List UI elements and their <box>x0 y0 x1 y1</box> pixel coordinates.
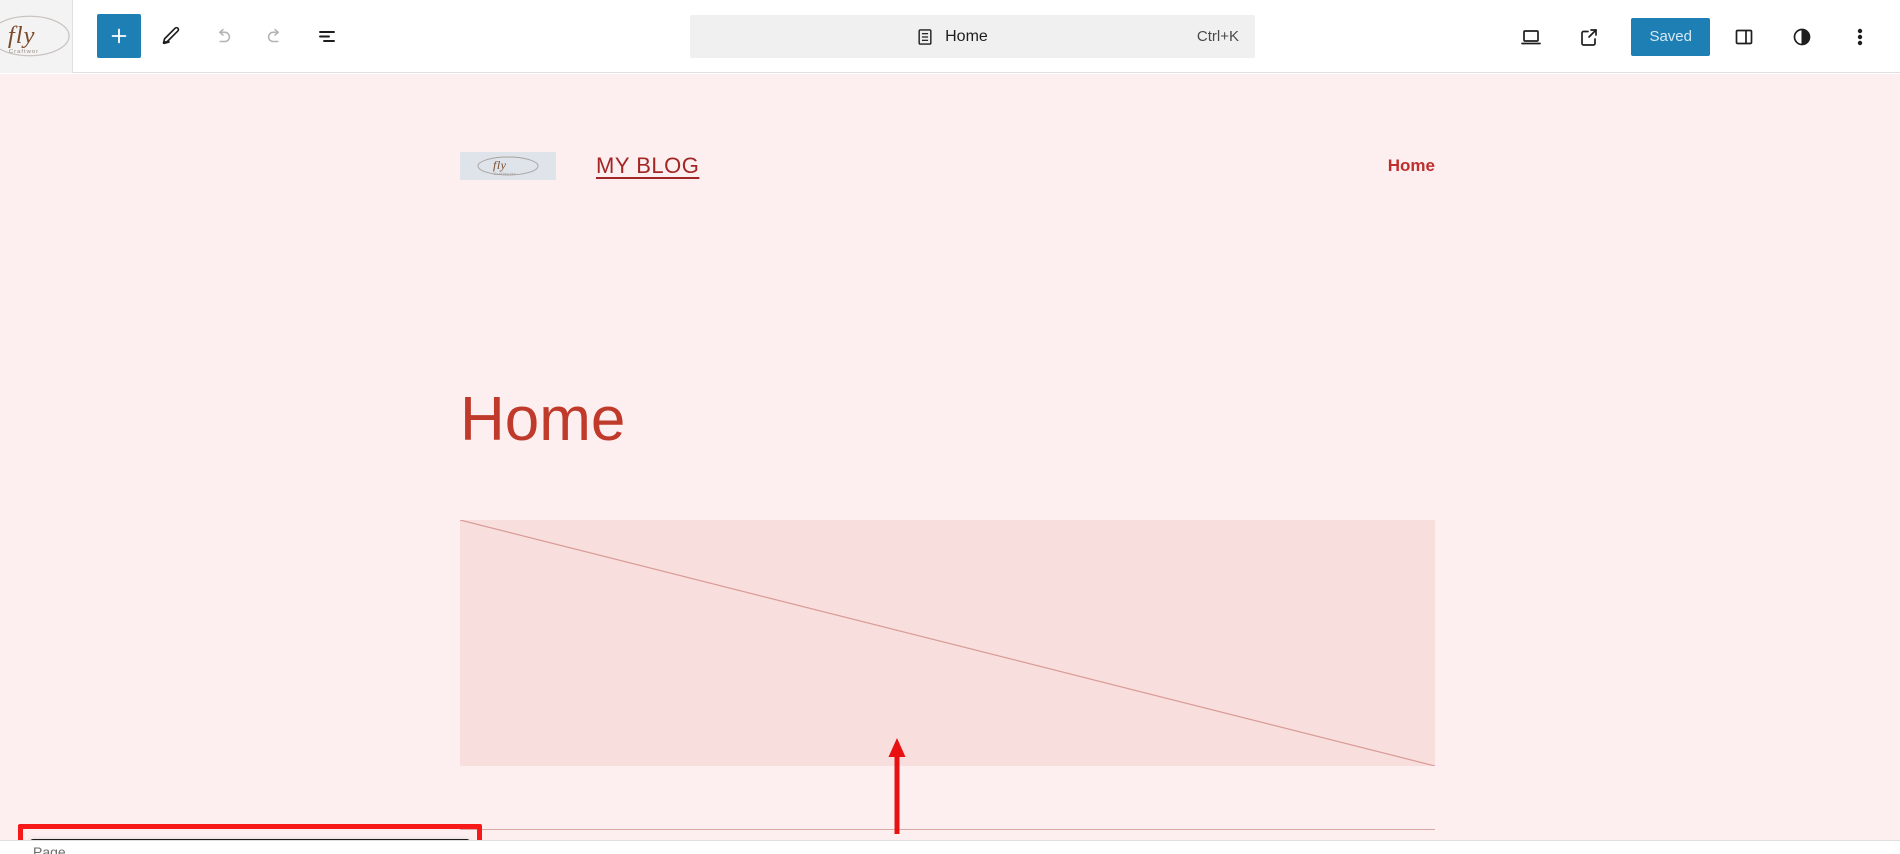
ellipsis-vertical-icon <box>1857 28 1863 45</box>
contrast-icon <box>1793 28 1811 45</box>
site-editor-root: fly Craftwor Home Ctrl+K Saved fly Craft… <box>0 0 1900 854</box>
top-bar-left-tools <box>73 14 357 58</box>
editor-top-bar: fly Craftwor Home Ctrl+K Saved <box>0 0 1900 73</box>
site-logo-icon: fly Craftworks <box>477 156 539 176</box>
sidebar-icon <box>1735 29 1753 44</box>
options-menu-button[interactable] <box>1838 15 1882 59</box>
redo-icon <box>267 28 279 43</box>
edit-tool-button[interactable] <box>149 14 193 58</box>
separator-block <box>460 829 1435 830</box>
page-title[interactable]: Home <box>460 389 625 451</box>
view-site-button[interactable] <box>1567 15 1611 59</box>
command-bar-shortcut: Ctrl+K <box>1196 28 1239 45</box>
svg-text:fly: fly <box>8 22 36 49</box>
nav-item-home[interactable]: Home <box>1388 156 1435 176</box>
command-bar[interactable]: Home Ctrl+K <box>690 15 1255 58</box>
add-block-button[interactable] <box>97 14 141 58</box>
site-logo-block[interactable]: fly Craftworks <box>460 152 556 180</box>
document-bar: Page <box>0 840 1900 854</box>
list-view-icon <box>319 31 335 42</box>
view-device-button[interactable] <box>1509 15 1553 59</box>
site-logo-icon: fly Craftwor <box>0 15 70 57</box>
site-title[interactable]: MY BLOG <box>596 153 699 179</box>
svg-text:Craftwor: Craftwor <box>9 49 39 55</box>
placeholder-diagonal-icon <box>460 520 1435 766</box>
document-icon <box>918 28 932 45</box>
command-bar-title: Home <box>945 27 988 45</box>
save-button[interactable]: Saved <box>1631 17 1710 56</box>
featured-image-placeholder[interactable] <box>460 520 1435 766</box>
redo-button[interactable] <box>253 14 297 58</box>
document-bar-label: Page <box>33 844 66 854</box>
editor-canvas: fly Craftworks MY BLOG Home Home Click <box>0 74 1900 854</box>
styles-button[interactable] <box>1780 15 1824 59</box>
command-bar-center: Home <box>706 27 1197 47</box>
settings-sidebar-button[interactable] <box>1722 15 1766 59</box>
top-bar-right-tools: Saved <box>1509 0 1890 73</box>
undo-button[interactable] <box>201 14 245 58</box>
svg-text:fly: fly <box>493 158 507 172</box>
site-icon-button[interactable]: fly Craftwor <box>0 0 73 73</box>
site-header-block: fly Craftworks MY BLOG Home <box>460 146 1435 186</box>
plus-icon <box>111 28 127 44</box>
external-link-icon <box>1581 28 1598 46</box>
svg-text:Craftworks: Craftworks <box>494 172 516 176</box>
pencil-icon <box>162 26 180 45</box>
desktop-icon <box>1521 29 1542 44</box>
undo-icon <box>219 28 231 43</box>
list-view-button[interactable] <box>305 14 349 58</box>
